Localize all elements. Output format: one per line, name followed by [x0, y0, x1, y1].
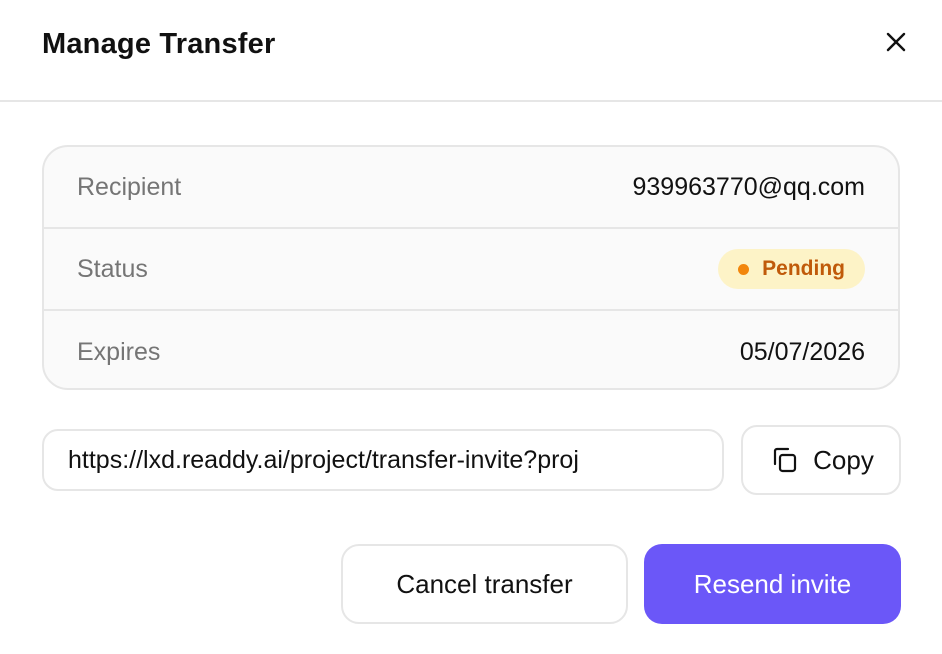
dialog-header: Manage Transfer	[0, 0, 942, 102]
status-badge: Pending	[718, 249, 865, 289]
resend-invite-button[interactable]: Resend invite	[644, 544, 901, 624]
manage-transfer-dialog: Manage Transfer Recipient 939963770@qq.c…	[0, 0, 942, 654]
status-row: Status Pending	[44, 229, 898, 311]
transfer-details-card: Recipient 939963770@qq.com Status Pendin…	[42, 145, 900, 390]
expires-label: Expires	[77, 337, 161, 366]
status-badge-text: Pending	[762, 257, 845, 280]
invite-link-input[interactable]	[68, 445, 698, 475]
status-dot-icon	[738, 263, 750, 275]
copy-button[interactable]: Copy	[741, 425, 901, 495]
copy-button-label: Copy	[813, 444, 874, 475]
close-button[interactable]	[880, 26, 912, 58]
invite-link-field[interactable]	[42, 429, 724, 491]
recipient-value: 939963770@qq.com	[632, 172, 866, 201]
recipient-label: Recipient	[77, 172, 182, 201]
status-label: Status	[77, 254, 148, 283]
recipient-row: Recipient 939963770@qq.com	[44, 147, 898, 229]
copy-icon	[768, 444, 800, 476]
cancel-transfer-button[interactable]: Cancel transfer	[341, 544, 628, 624]
expires-value: 05/07/2026	[739, 337, 865, 366]
dialog-title: Manage Transfer	[42, 28, 276, 60]
expires-row: Expires 05/07/2026	[44, 311, 898, 388]
close-icon	[886, 32, 906, 52]
